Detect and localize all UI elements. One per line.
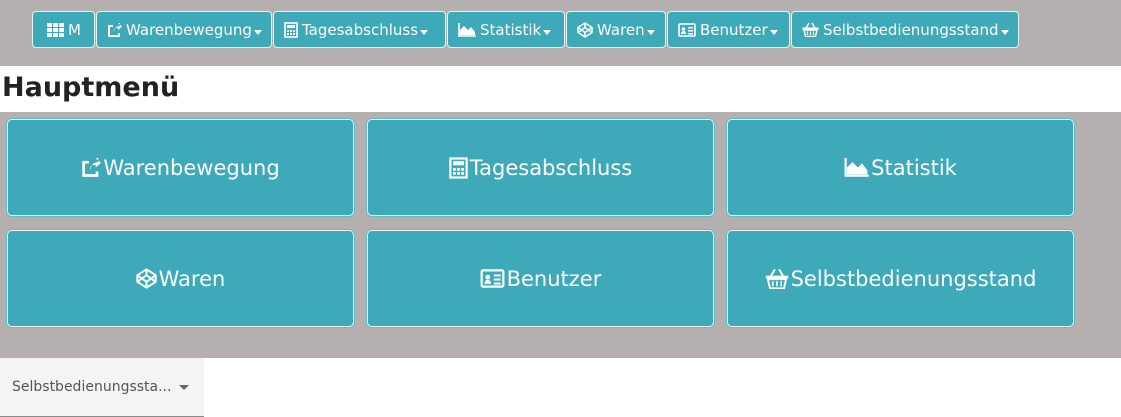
- calculator-icon: [449, 156, 468, 179]
- grid-icon: [47, 22, 64, 37]
- caret-down-icon: [646, 30, 655, 35]
- share-square-icon: [108, 22, 122, 37]
- area-chart-icon: [844, 158, 869, 177]
- main-menu-grid: Warenbewegung Tagesabschluss Statistik W…: [0, 112, 1121, 358]
- nav-benutzer[interactable]: Benutzer: [667, 11, 790, 48]
- id-card-icon: [480, 269, 505, 288]
- tile-waren-label: Waren: [158, 266, 226, 291]
- shopping-basket-icon: [802, 22, 819, 37]
- nav-benutzer-label: Benutzer: [700, 20, 768, 39]
- tile-waren[interactable]: Waren: [7, 230, 354, 327]
- nav-statistik[interactable]: Statistik: [447, 11, 565, 48]
- calculator-icon: [284, 21, 298, 38]
- tile-statistik[interactable]: Statistik: [727, 119, 1074, 216]
- nav-waren-label: Waren: [597, 20, 645, 39]
- nav-tagesabschluss-label: Tagesabschluss: [302, 20, 419, 39]
- tile-selbstbedienungsstand[interactable]: Selbstbedienungsstand: [727, 230, 1074, 327]
- page-title: Hauptmenü: [2, 72, 180, 103]
- nav-warenbewegung-label: Warenbewegung: [126, 20, 252, 39]
- tile-benutzer[interactable]: Benutzer: [367, 230, 714, 327]
- title-bar: Hauptmenü: [0, 66, 1121, 112]
- shopping-basket-icon: [765, 268, 788, 289]
- nav-selbstbedienungsstand-label: Selbstbedienungsstand: [823, 20, 999, 39]
- id-card-icon: [678, 22, 696, 37]
- tile-selbstbedienungsstand-label: Selbstbedienungsstand: [790, 266, 1037, 291]
- nav-home-button[interactable]: M: [32, 11, 95, 48]
- tile-tagesabschluss[interactable]: Tagesabschluss: [367, 119, 714, 216]
- tile-tagesabschluss-label: Tagesabschluss: [469, 155, 633, 180]
- tile-benutzer-label: Benutzer: [506, 266, 602, 291]
- nav-tagesabschluss[interactable]: Tagesabschluss: [273, 11, 446, 48]
- tile-warenbewegung-label: Warenbewegung: [103, 155, 280, 180]
- area-chart-icon: [458, 22, 476, 37]
- tile-warenbewegung[interactable]: Warenbewegung: [7, 119, 354, 216]
- caret-down-icon: [1000, 30, 1009, 35]
- dropdown-arrow-icon: [179, 385, 189, 390]
- nav-home-label: M: [68, 20, 81, 39]
- caret-down-icon: [769, 30, 778, 35]
- stand-select[interactable]: Selbstbedienungssta...: [0, 358, 204, 417]
- codepen-icon: [577, 21, 593, 38]
- caret-down-icon: [420, 30, 429, 35]
- top-navbar: M Warenbewegung Tagesabschluss Statistik…: [0, 0, 1121, 66]
- nav-waren[interactable]: Waren: [566, 11, 666, 48]
- codepen-icon: [135, 268, 157, 289]
- tile-statistik-label: Statistik: [871, 155, 957, 180]
- caret-down-icon: [253, 30, 262, 35]
- stand-select-value: Selbstbedienungssta...: [12, 379, 172, 395]
- caret-down-icon: [543, 30, 552, 35]
- nav-selbstbedienungsstand[interactable]: Selbstbedienungsstand: [791, 11, 1019, 48]
- nav-warenbewegung[interactable]: Warenbewegung: [96, 11, 272, 48]
- nav-statistik-label: Statistik: [480, 20, 542, 39]
- share-square-icon: [82, 158, 102, 177]
